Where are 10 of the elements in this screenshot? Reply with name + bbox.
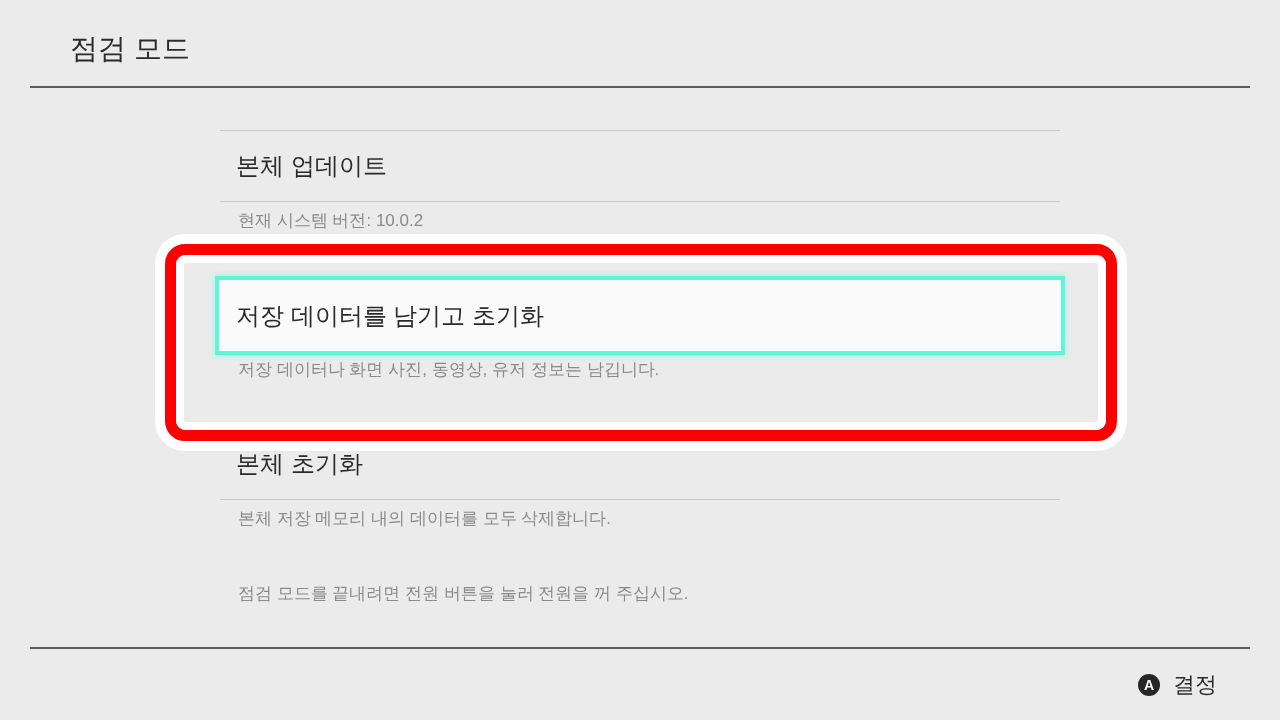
item-description: 현재 시스템 버전: 10.0.2: [238, 211, 424, 230]
menu-item[interactable]: 저장 데이터를 남기고 초기화: [215, 276, 1065, 355]
item-description: 본체 저장 메모리 내의 데이터를 모두 삭제합니다.: [238, 509, 612, 528]
a-button-icon: A: [1138, 673, 1160, 696]
item-description: 저장 데이터나 화면 사진, 동영상, 유저 정보는 남깁니다.: [238, 360, 660, 379]
instruction-text: 점검 모드를 끝내려면 전원 버튼을 눌러 전원을 꺼 주십시오.: [238, 584, 689, 603]
page-title: 점검 모드: [70, 32, 190, 66]
menu-item[interactable]: 본체 업데이트: [220, 131, 1060, 202]
menu-item[interactable]: 본체 초기화: [220, 429, 1060, 500]
confirm-button[interactable]: A 결정: [1138, 668, 1217, 701]
